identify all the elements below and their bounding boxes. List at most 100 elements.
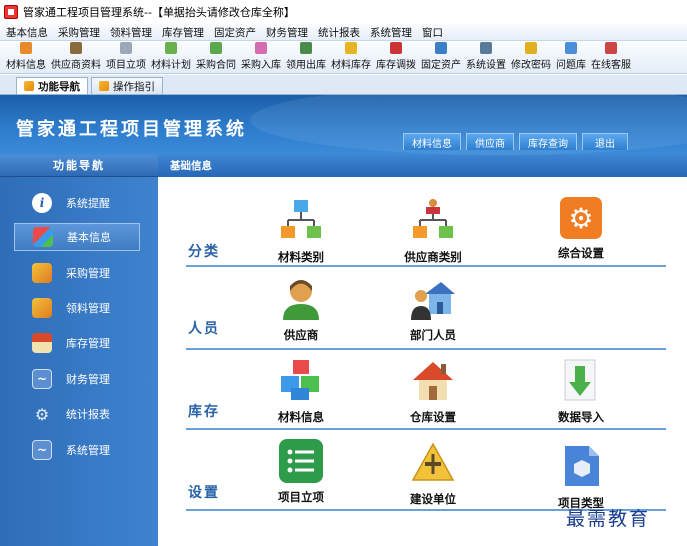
menu-finance[interactable]: 财务管理 xyxy=(266,25,308,40)
faq-icon xyxy=(565,42,577,54)
org-chart-icon xyxy=(278,197,324,243)
tile-department-staff[interactable]: 部门人员 xyxy=(378,275,488,343)
sidebar-item-finance[interactable]: ~ 财务管理 xyxy=(14,365,140,393)
toolbar-settings-button[interactable]: 系统设置 xyxy=(466,42,506,73)
home-icon xyxy=(24,81,34,91)
header-exit-button[interactable]: 退出 xyxy=(582,133,628,150)
tile-data-import[interactable]: 数据导入 xyxy=(526,357,636,425)
monitor-icon: ~ xyxy=(32,369,52,389)
toolbar-fixed-assets-button[interactable]: 固定资产 xyxy=(421,42,461,73)
toolbar-change-password-button[interactable]: 修改密码 xyxy=(511,42,551,73)
tile-general-settings[interactable]: ⚙ 综合设置 xyxy=(526,197,636,261)
menu-material-requisition[interactable]: 领料管理 xyxy=(110,25,152,40)
requisition-icon xyxy=(32,298,52,318)
header-supplier-button[interactable]: 供应商 xyxy=(466,133,514,150)
header-buttons: 材料信息 供应商 库存查询 退出 xyxy=(403,133,633,150)
sidebar-item-purchase[interactable]: 采购管理 xyxy=(14,259,140,287)
construction-warning-icon xyxy=(410,439,456,485)
tile-supplier-category[interactable]: 供应商类别 xyxy=(378,197,488,265)
project-icon xyxy=(120,42,132,54)
section-divider xyxy=(186,348,666,350)
section-label-category: 分类 xyxy=(188,244,220,260)
purchase-in-icon xyxy=(255,42,267,54)
fixed-assets-icon xyxy=(435,42,447,54)
sidebar-item-inventory[interactable]: 库存管理 xyxy=(14,329,140,357)
supplier-icon xyxy=(70,42,82,54)
tile-construction-unit[interactable]: 建设单位 xyxy=(378,439,488,507)
staff-house-icon xyxy=(410,275,456,321)
sidebar-item-basic-info[interactable]: 基本信息 xyxy=(14,223,140,251)
toolbar-purchase-in-button[interactable]: 采购入库 xyxy=(241,42,281,73)
material-info-icon xyxy=(20,42,32,54)
import-down-arrow-icon xyxy=(558,357,604,403)
transfer-icon xyxy=(390,42,402,54)
menu-reports[interactable]: 统计报表 xyxy=(318,25,360,40)
system-monitor-icon: ~ xyxy=(32,440,52,460)
purchase-icon xyxy=(32,263,52,283)
tile-warehouse-settings[interactable]: 仓库设置 xyxy=(378,357,488,425)
person-icon xyxy=(278,275,324,321)
warehouse-icon xyxy=(32,333,52,353)
tile-project-type[interactable]: 项目类型 xyxy=(526,443,636,511)
sidebar: 功能导航 i 系统提醒 基本信息 采购管理 领料管理 库存管理 ~ 财务管理 ⚙… xyxy=(0,155,158,546)
tile-project-setup[interactable]: 项目立项 xyxy=(246,439,356,505)
toolbar-transfer-button[interactable]: 库存调拨 xyxy=(376,42,416,73)
house-icon xyxy=(410,357,456,403)
cubes-icon xyxy=(33,227,53,247)
menu-inventory[interactable]: 库存管理 xyxy=(162,25,204,40)
material-plan-icon xyxy=(165,42,177,54)
issue-out-icon xyxy=(300,42,312,54)
info-icon: i xyxy=(32,193,52,213)
purchase-contract-icon xyxy=(210,42,222,54)
toolbar-project-button[interactable]: 项目立项 xyxy=(106,42,146,73)
guide-icon xyxy=(99,81,109,91)
menu-basic-info[interactable]: 基本信息 xyxy=(6,25,48,40)
list-icon xyxy=(279,439,323,483)
tile-material-category[interactable]: 材料类别 xyxy=(246,197,356,265)
document-tabs: 功能导航 操作指引 xyxy=(0,75,687,95)
toolbar-material-plan-button[interactable]: 材料计划 xyxy=(151,42,191,73)
menu-fixed-assets[interactable]: 固定资产 xyxy=(214,25,256,40)
support-icon xyxy=(605,42,617,54)
menu-window[interactable]: 窗口 xyxy=(422,25,443,40)
gear-icon: ⚙ xyxy=(560,197,602,239)
title-bar: 管家通工程项目管理系统--【单据抬头请修改仓库全称】 xyxy=(0,0,687,24)
window-title: 管家通工程项目管理系统--【单据抬头请修改仓库全称】 xyxy=(23,6,295,19)
toolbar-issue-out-button[interactable]: 领用出库 xyxy=(286,42,326,73)
toolbar-supplier-button[interactable]: 供应商资料 xyxy=(51,42,101,73)
section-divider xyxy=(186,428,666,430)
toolbar: 材料信息 供应商资料 项目立项 材料计划 采购合同 采购入库 领用出库 材料库存… xyxy=(0,41,687,74)
app-title: 管家通工程项目管理系统 xyxy=(16,119,247,140)
tile-supplier[interactable]: 供应商 xyxy=(246,275,356,343)
sidebar-item-reports[interactable]: ⚙ 统计报表 xyxy=(14,400,140,428)
menu-system[interactable]: 系统管理 xyxy=(370,25,412,40)
cubes-icon xyxy=(278,357,324,403)
main-heading: 基础信息 xyxy=(158,155,687,177)
header-banner: 管家通工程项目管理系统 材料信息 供应商 库存查询 退出 xyxy=(0,95,687,155)
people-org-icon xyxy=(410,197,456,243)
toolbar-support-button[interactable]: 在线客服 xyxy=(591,42,631,73)
gears-icon: ⚙ xyxy=(34,404,50,424)
toolbar-stock-button[interactable]: 材料库存 xyxy=(331,42,371,73)
section-label-inventory: 库存 xyxy=(188,404,220,420)
sidebar-heading: 功能导航 xyxy=(0,155,158,177)
key-icon xyxy=(525,42,537,54)
tab-function-nav[interactable]: 功能导航 xyxy=(16,77,88,94)
toolbar-material-info-button[interactable]: 材料信息 xyxy=(6,42,46,73)
section-label-settings: 设置 xyxy=(188,485,220,501)
sidebar-item-reminders[interactable]: i 系统提醒 xyxy=(14,189,140,217)
header-stock-query-button[interactable]: 库存查询 xyxy=(519,133,577,150)
sidebar-item-system[interactable]: ~ 系统管理 xyxy=(14,436,140,464)
header-material-info-button[interactable]: 材料信息 xyxy=(403,133,461,150)
tab-operation-guide[interactable]: 操作指引 xyxy=(91,77,163,94)
menu-bar: 基本信息 采购管理 领料管理 库存管理 固定资产 财务管理 统计报表 系统管理 … xyxy=(0,24,687,41)
toolbar-faq-button[interactable]: 问题库 xyxy=(556,42,586,73)
section-label-personnel: 人员 xyxy=(188,321,220,337)
menu-purchase[interactable]: 采购管理 xyxy=(58,25,100,40)
app-icon xyxy=(4,5,18,19)
tile-material-info[interactable]: 材料信息 xyxy=(246,357,356,425)
sidebar-item-requisition[interactable]: 领料管理 xyxy=(14,294,140,322)
settings-icon xyxy=(480,42,492,54)
toolbar-purchase-contract-button[interactable]: 采购合同 xyxy=(196,42,236,73)
main-panel: 基础信息 分类 材料类别 供应商类别 ⚙ 综合设置 人员 供应商 部门人员 库存 xyxy=(158,155,687,546)
